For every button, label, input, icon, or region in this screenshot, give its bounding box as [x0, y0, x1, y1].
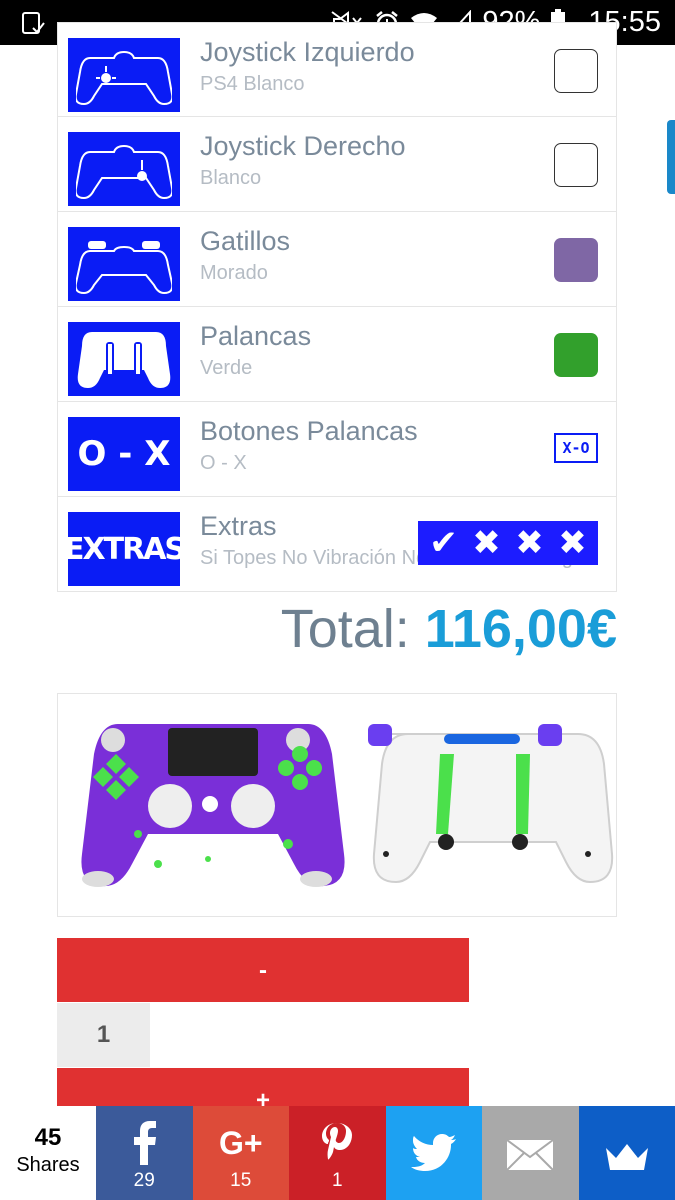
facebook-share-count: 29 — [133, 1170, 155, 1191]
thumb-text: EXTRAS — [68, 531, 180, 567]
facebook-icon — [134, 1121, 157, 1165]
options-list: Joystick Izquierdo PS4 Blanco Joystick D… — [57, 22, 617, 592]
option-title: Botones Palancas — [200, 416, 418, 446]
option-row-extras[interactable]: EXTRAS Extras Si Topes No Vibración No I… — [57, 497, 617, 592]
controller-right-stick-icon — [68, 132, 180, 206]
pinterest-share-count: 1 — [331, 1170, 343, 1191]
total-amount: 116,00€ — [424, 599, 617, 659]
paddle-buttons-thumb: O - X — [68, 417, 180, 491]
controller-triggers-icon — [68, 227, 180, 301]
pinterest-share-button[interactable]: 1 — [289, 1106, 386, 1200]
email-share-button[interactable] — [482, 1106, 579, 1200]
total-label: Total: — [280, 599, 410, 659]
pinterest-icon — [322, 1123, 353, 1160]
option-title: Palancas — [200, 321, 312, 351]
color-swatch[interactable] — [554, 49, 598, 93]
share-count-number: 45 — [34, 1124, 62, 1151]
color-swatch[interactable] — [554, 333, 598, 377]
option-title: Gatillos — [200, 226, 291, 256]
notification-icon — [22, 12, 45, 34]
google-plus-icon: G+ — [218, 1124, 263, 1161]
cross-icon: ✖ — [515, 523, 544, 563]
controller-paddles-icon — [68, 322, 180, 396]
email-icon — [506, 1139, 554, 1171]
option-subtitle: Blanco — [200, 167, 262, 189]
share-count: 45 Shares — [0, 1106, 96, 1200]
twitter-share-button[interactable] — [385, 1106, 482, 1200]
option-row-right-stick[interactable]: Joystick Derecho Blanco — [57, 117, 617, 212]
order-total: Total: 116,00€ — [281, 598, 617, 660]
quantity-value[interactable]: 1 — [57, 1003, 150, 1067]
option-title: Extras — [200, 511, 277, 541]
option-subtitle: PS4 Blanco — [200, 73, 305, 95]
option-row-triggers[interactable]: Gatillos Morado — [57, 212, 617, 307]
option-subtitle: Verde — [200, 357, 253, 379]
cross-icon: ✖ — [558, 523, 587, 563]
controller-front-image — [81, 724, 345, 887]
extras-checks[interactable]: ✔ ✖ ✖ ✖ — [418, 521, 598, 565]
controller-preview — [57, 693, 617, 917]
thumb-text: O - X — [77, 434, 171, 474]
facebook-share-button[interactable]: 29 — [96, 1106, 193, 1200]
share-bar: 45 Shares 29 G+ 15 1 — [0, 1106, 675, 1200]
twitter-icon — [410, 1134, 456, 1171]
sumo-share-button[interactable] — [578, 1106, 675, 1200]
check-icon: ✔ — [429, 523, 458, 563]
controller-left-stick-icon — [68, 38, 180, 112]
share-count-label: Shares — [16, 1154, 80, 1176]
controller-back-image — [368, 724, 614, 884]
crown-icon — [605, 1144, 648, 1170]
option-row-left-stick[interactable]: Joystick Izquierdo PS4 Blanco — [57, 22, 617, 117]
color-swatch[interactable] — [554, 238, 598, 282]
option-subtitle: O - X — [200, 452, 247, 474]
color-swatch[interactable] — [554, 143, 598, 187]
option-row-paddles[interactable]: Palancas Verde — [57, 307, 617, 402]
quantity-decrease-button[interactable]: - — [57, 938, 469, 1002]
option-title: Joystick Derecho — [200, 131, 406, 161]
extras-thumb: EXTRAS — [68, 512, 180, 586]
google-plus-share-count: 15 — [230, 1170, 252, 1191]
xo-swatch[interactable]: X-O — [554, 433, 598, 463]
option-subtitle: Morado — [200, 262, 268, 284]
option-title: Joystick Izquierdo — [200, 37, 415, 67]
option-row-paddle-buttons[interactable]: O - X Botones Palancas O - X X-O — [57, 402, 617, 497]
controller-preview-image — [81, 724, 614, 887]
cross-icon: ✖ — [472, 523, 501, 563]
google-plus-share-button[interactable]: G+ 15 — [192, 1106, 289, 1200]
side-scroll-tab[interactable] — [667, 120, 675, 194]
